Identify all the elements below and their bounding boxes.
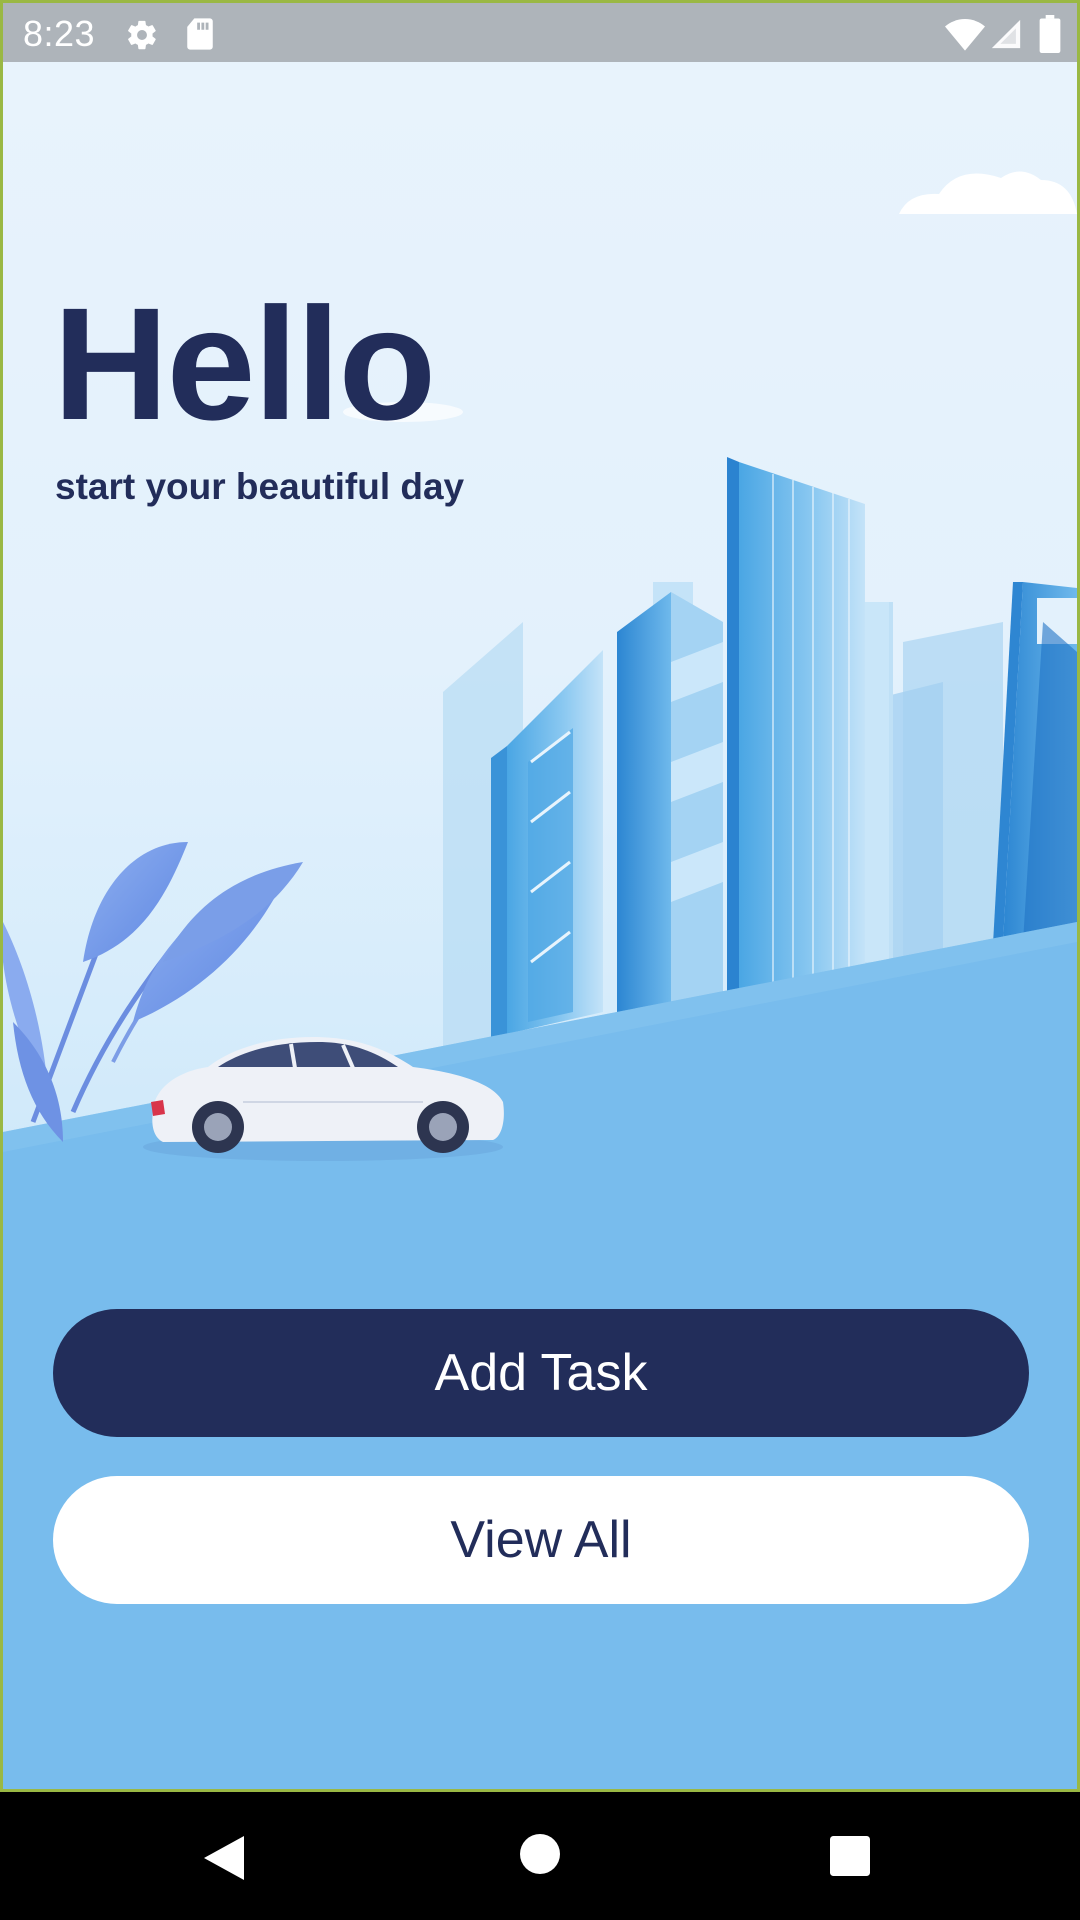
cloud xyxy=(899,171,1077,214)
phone-screen: 8:23 Hello start your beautiful day Add … xyxy=(0,0,1080,1920)
battery-icon xyxy=(1039,15,1061,53)
navigation-bar xyxy=(0,1792,1080,1920)
home-icon[interactable] xyxy=(520,1834,560,1874)
add-task-button[interactable]: Add Task xyxy=(53,1309,1029,1437)
app-content: Hello start your beautiful day Add Task … xyxy=(0,62,1080,1792)
sd-card-icon xyxy=(187,18,213,50)
back-icon[interactable] xyxy=(200,1834,248,1882)
cell-signal-icon xyxy=(991,19,1021,49)
status-time: 8:23 xyxy=(23,13,96,54)
view-all-button[interactable]: View All xyxy=(53,1476,1029,1604)
hello-title: Hello xyxy=(53,274,436,453)
wifi-icon xyxy=(945,19,985,51)
gear-icon xyxy=(128,20,156,50)
subtitle-text: start your beautiful day xyxy=(55,466,465,507)
status-bar: 8:23 xyxy=(0,0,1080,62)
recents-icon[interactable] xyxy=(830,1836,870,1876)
